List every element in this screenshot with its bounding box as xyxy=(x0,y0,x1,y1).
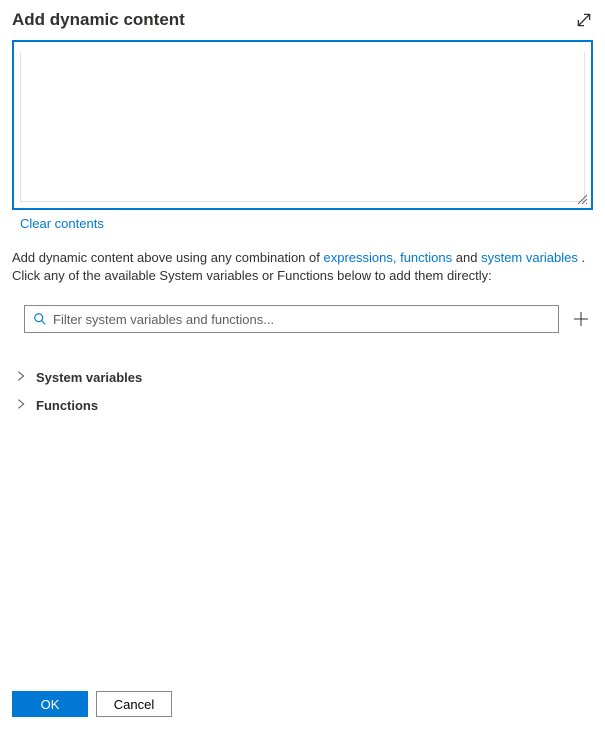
functions-link[interactable]: functions xyxy=(400,250,452,265)
editor-inner xyxy=(20,52,585,202)
help-middle: and xyxy=(456,250,481,265)
dynamic-content-panel: Add dynamic content Clear contents Add d… xyxy=(0,0,605,729)
tree-label: Functions xyxy=(36,398,98,413)
dynamic-content-editor[interactable] xyxy=(12,40,593,210)
add-icon[interactable] xyxy=(569,307,593,331)
expand-icon[interactable] xyxy=(575,11,593,29)
tree-label: System variables xyxy=(36,370,142,385)
tree-item-system-variables[interactable]: System variables xyxy=(14,363,593,391)
clear-contents-link[interactable]: Clear contents xyxy=(20,216,593,231)
tree-item-functions[interactable]: Functions xyxy=(14,391,593,419)
cancel-button[interactable]: Cancel xyxy=(96,691,172,717)
expressions-link[interactable]: expressions, xyxy=(323,250,396,265)
panel-header: Add dynamic content xyxy=(12,10,593,30)
resize-handle-icon[interactable] xyxy=(576,193,588,205)
help-prefix: Add dynamic content above using any comb… xyxy=(12,250,323,265)
tree-list: System variables Functions xyxy=(12,363,593,419)
search-input[interactable] xyxy=(53,312,550,327)
help-text: Add dynamic content above using any comb… xyxy=(12,249,593,285)
system-variables-link[interactable]: system variables xyxy=(481,250,578,265)
search-box[interactable] xyxy=(24,305,559,333)
chevron-right-icon xyxy=(14,369,30,385)
search-row xyxy=(12,305,593,333)
search-icon xyxy=(33,312,47,326)
footer: OK Cancel xyxy=(12,691,172,717)
ok-button[interactable]: OK xyxy=(12,691,88,717)
panel-title: Add dynamic content xyxy=(12,10,185,30)
chevron-right-icon xyxy=(14,397,30,413)
